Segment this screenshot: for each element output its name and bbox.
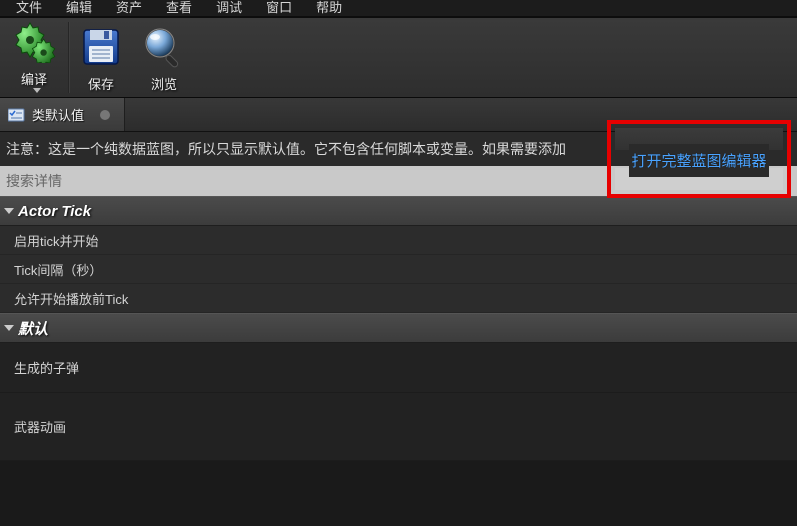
preview-icon bbox=[142, 22, 186, 72]
prop-tick-interval[interactable]: Tick间隔（秒） bbox=[0, 255, 797, 284]
preview-label: 浏览 bbox=[151, 74, 177, 93]
compile-icon bbox=[10, 15, 58, 67]
category-defaults-header[interactable]: 默认 bbox=[0, 313, 797, 343]
open-full-blueprint-editor-link[interactable]: 打开完整蓝图编辑器 bbox=[629, 144, 768, 177]
tab-title: 类默认值 bbox=[32, 105, 84, 124]
save-icon bbox=[80, 22, 122, 72]
preview-button[interactable]: 浏览 bbox=[132, 18, 196, 97]
info-note: 注意：这是一个纯数据蓝图，所以只显示默认值。它不包含任何脚本或变量。如果需要添加 bbox=[6, 139, 566, 159]
menu-view[interactable]: 查看 bbox=[154, 0, 204, 17]
highlight-box: 打开完整蓝图编辑器 bbox=[607, 120, 791, 198]
save-button[interactable]: 保存 bbox=[70, 18, 132, 97]
menu-debug[interactable]: 调试 bbox=[204, 0, 254, 17]
checklist-icon bbox=[8, 108, 26, 122]
save-label: 保存 bbox=[88, 74, 114, 93]
prop-weapon-anim[interactable]: 武器动画 bbox=[0, 393, 797, 461]
menu-asset[interactable]: 资产 bbox=[104, 0, 154, 17]
compile-label: 编译 bbox=[21, 69, 47, 88]
menu-help[interactable]: 帮助 bbox=[304, 0, 354, 17]
menu-window[interactable]: 窗口 bbox=[254, 0, 304, 17]
category-defaults-title: 默认 bbox=[18, 318, 48, 339]
chevron-down-icon[interactable] bbox=[33, 88, 41, 93]
info-bar: 注意：这是一个纯数据蓝图，所以只显示默认值。它不包含任何脚本或变量。如果需要添加… bbox=[0, 132, 797, 166]
compile-button[interactable]: 编译 bbox=[0, 18, 68, 97]
category-actor-tick-header[interactable]: Actor Tick bbox=[0, 196, 797, 226]
category-defaults-body: 生成的子弹 武器动画 bbox=[0, 343, 797, 461]
tab-class-defaults[interactable]: 类默认值 bbox=[0, 98, 125, 131]
tab-close-icon[interactable] bbox=[100, 110, 110, 120]
category-actor-tick-title: Actor Tick bbox=[18, 203, 91, 220]
prop-allow-tick-before-begin[interactable]: 允许开始播放前Tick bbox=[0, 284, 797, 313]
category-actor-tick-body: 启用tick并开始 Tick间隔（秒） 允许开始播放前Tick bbox=[0, 226, 797, 313]
expand-icon bbox=[4, 325, 14, 331]
prop-start-with-tick[interactable]: 启用tick并开始 bbox=[0, 226, 797, 255]
toolbar: 编译 保存 bbox=[0, 18, 797, 98]
expand-icon bbox=[4, 208, 14, 214]
menu-bar: 文件 编辑 资产 查看 调试 窗口 帮助 bbox=[0, 0, 797, 18]
prop-spawned-bullet[interactable]: 生成的子弹 bbox=[0, 343, 797, 393]
menu-edit[interactable]: 编辑 bbox=[54, 0, 104, 17]
